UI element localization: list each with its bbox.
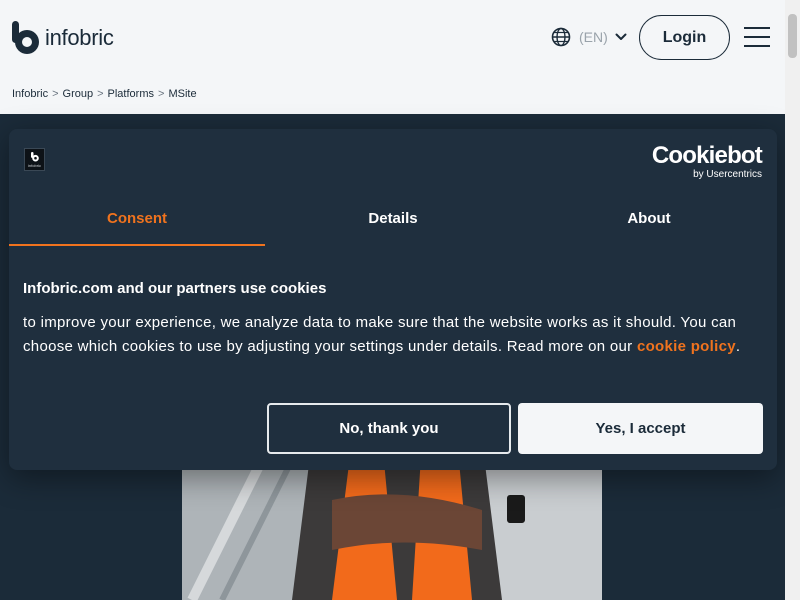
infobric-logo-icon [30, 151, 39, 161]
cookie-policy-link[interactable]: cookie policy [637, 338, 736, 355]
hamburger-menu-icon[interactable] [744, 27, 770, 49]
decline-button[interactable]: No, thank you [267, 403, 511, 454]
breadcrumb-separator: > [97, 88, 104, 100]
dialog-body-text: to improve your experience, we analyze d… [23, 314, 737, 355]
globe-icon [551, 27, 571, 47]
dialog-body-end: . [735, 338, 741, 355]
cookiebot-name: Cookiebot [651, 142, 763, 169]
tab-consent[interactable]: Consent [9, 192, 265, 246]
infobric-logo[interactable]: infobric [12, 21, 114, 55]
breadcrumb-item-group[interactable]: Group [63, 88, 94, 100]
infobric-logo-icon [12, 21, 39, 54]
scrollbar-thumb[interactable] [788, 14, 797, 58]
logo-text: infobric [45, 25, 114, 50]
dialog-infobric-logo: infobric [24, 148, 45, 171]
tab-about[interactable]: About [521, 192, 777, 246]
breadcrumb-separator: > [158, 88, 165, 100]
login-button[interactable]: Login [639, 15, 730, 60]
dialog-logo-text: infobric [28, 162, 41, 168]
dialog-tabs: Consent Details About [9, 192, 777, 246]
breadcrumb-item-msite[interactable]: MSite [168, 88, 196, 100]
breadcrumb-bar: Infobric > Group > Platforms > MSite [0, 75, 785, 114]
breadcrumb-item-infobric[interactable]: Infobric [12, 88, 48, 100]
dialog-title: Infobric.com and our partners use cookie… [23, 280, 327, 297]
cookiebot-sub: by Usercentrics [693, 169, 762, 180]
dialog-body: to improve your experience, we analyze d… [23, 311, 768, 359]
breadcrumb-item-platforms[interactable]: Platforms [108, 88, 154, 100]
breadcrumb: Infobric > Group > Platforms > MSite [12, 88, 197, 100]
chevron-down-icon [615, 33, 627, 40]
page-scrollbar[interactable] [785, 0, 800, 600]
cookie-consent-dialog: infobric Cookiebot by Usercentrics Conse… [9, 129, 777, 470]
breadcrumb-separator: > [52, 88, 59, 100]
accept-button[interactable]: Yes, I accept [518, 403, 763, 454]
cookiebot-brand[interactable]: Cookiebot by Usercentrics [651, 142, 763, 181]
site-header: infobric (EN) Login [0, 0, 785, 75]
language-selector[interactable]: (EN) [551, 27, 627, 47]
language-code: (EN) [579, 29, 608, 45]
tab-details[interactable]: Details [265, 192, 521, 246]
